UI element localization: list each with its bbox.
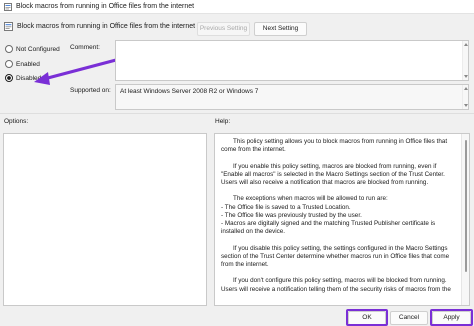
- scroll-up-icon[interactable]: [464, 43, 468, 46]
- help-list-item: - Macros are digitally signed and the ma…: [221, 220, 436, 236]
- comment-label: Comment:: [70, 44, 100, 51]
- radio-circle[interactable]: [5, 60, 13, 68]
- section-divider: [0, 113, 474, 114]
- comment-field[interactable]: [115, 40, 469, 81]
- previous-setting-button[interactable]: Previous Setting: [197, 22, 250, 36]
- help-exceptions: The exceptions when macros will be allow…: [221, 195, 459, 236]
- scroll-up-icon[interactable]: [464, 87, 468, 90]
- policy-icon: [4, 3, 12, 11]
- help-paragraph: The exceptions when macros will be allow…: [233, 195, 388, 203]
- supported-on-value: At least Windows Server 2008 R2 or Windo…: [120, 88, 259, 95]
- scroll-down-icon[interactable]: [464, 104, 468, 107]
- ok-highlight: [346, 309, 388, 326]
- policy-name: Block macros from running in Office file…: [17, 23, 196, 30]
- next-setting-button[interactable]: Next Setting: [254, 22, 307, 36]
- help-paragraph: If you disable this policy setting, the …: [221, 244, 450, 268]
- help-list-item: - The Office file is saved to a Trusted …: [221, 203, 351, 211]
- help-label: Help:: [215, 118, 231, 125]
- help-pane: This policy setting allows you to block …: [214, 133, 470, 306]
- help-paragraph: If you don't configure this policy setti…: [221, 277, 451, 293]
- radio-label: Not Configured: [16, 45, 60, 53]
- help-paragraph: If you enable this policy setting, macro…: [221, 162, 445, 186]
- supported-on-field: At least Windows Server 2008 R2 or Windo…: [115, 84, 469, 110]
- apply-highlight: [430, 309, 473, 326]
- radio-circle[interactable]: [5, 45, 13, 53]
- help-list-item: - The Office file was previously trusted…: [221, 211, 362, 219]
- cancel-button[interactable]: Cancel: [390, 311, 428, 325]
- window-title: Block macros from running in Office file…: [16, 3, 195, 10]
- help-scrollbar[interactable]: [461, 134, 469, 305]
- help-scrollbar-thumb[interactable]: [465, 140, 467, 272]
- supported-scrollbar[interactable]: [462, 85, 468, 109]
- policy-icon: [4, 22, 13, 31]
- radio-circle-selected[interactable]: [5, 74, 13, 82]
- supported-on-label: Supported on:: [70, 87, 111, 94]
- scroll-down-icon[interactable]: [464, 75, 468, 78]
- annotation-arrow-icon: [34, 58, 118, 85]
- help-paragraph: This policy setting allows you to block …: [221, 138, 448, 154]
- options-pane: [3, 133, 207, 306]
- radio-not-configured[interactable]: Not Configured: [5, 44, 60, 54]
- help-text: This policy setting allows you to block …: [221, 138, 459, 302]
- comment-scrollbar[interactable]: [462, 41, 468, 80]
- title-bar: Block macros from running in Office file…: [0, 0, 474, 14]
- options-label: Options:: [4, 118, 29, 125]
